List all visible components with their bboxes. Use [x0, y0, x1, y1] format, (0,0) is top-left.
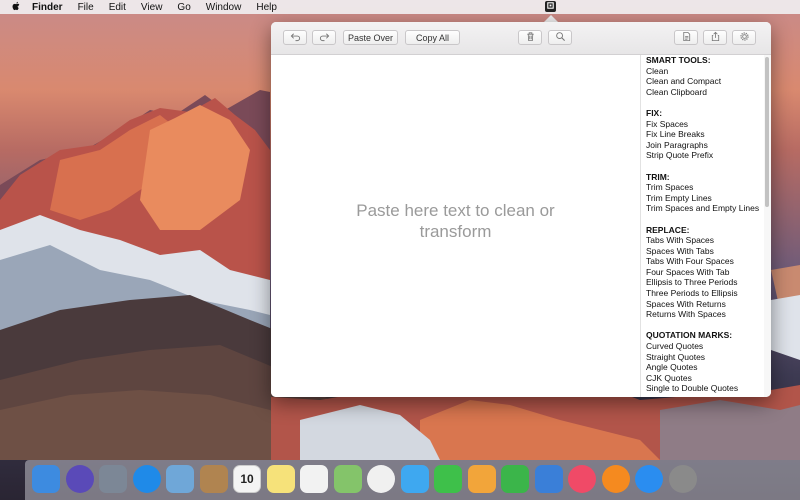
tool-item[interactable]: Ellipsis to Three Periods — [646, 277, 764, 288]
tool-item[interactable]: Spaces With Tabs — [646, 246, 764, 257]
notes-icon[interactable] — [266, 465, 295, 493]
editor-placeholder: Paste here text to clean or transform — [356, 201, 555, 241]
share-icon — [710, 31, 721, 44]
scrollbar-thumb[interactable] — [765, 57, 769, 207]
safari-icon[interactable] — [132, 465, 161, 493]
trash-icon — [525, 31, 536, 44]
tool-section: TRIM: Trim Spaces Trim Empty Lines Trim Spa… — [646, 172, 764, 214]
search-icon — [555, 31, 566, 44]
copy-all-button[interactable]: Copy All — [405, 30, 460, 45]
app-status-icon[interactable] — [545, 1, 556, 12]
tool-item[interactable]: Trim Empty Lines — [646, 193, 764, 204]
tools-list: SMART TOOLS: Clean Clean and Compact Clean … — [646, 55, 764, 397]
tool-section-heading: FIX: — [646, 107, 663, 118]
tools-scrollbar[interactable] — [764, 55, 771, 397]
share-button[interactable] — [703, 30, 727, 45]
document-icon — [681, 31, 692, 44]
tool-section: QUOTATION MARKS: Curved Quotes Straight Qu… — [646, 330, 764, 394]
facetime-icon[interactable] — [434, 465, 462, 493]
tool-item[interactable]: Spaces With Returns — [646, 299, 764, 310]
contacts-icon[interactable] — [199, 465, 228, 493]
reminders-icon[interactable] — [300, 465, 328, 493]
gear-icon — [739, 31, 750, 44]
tool-item[interactable]: Fix Line Breaks — [646, 129, 764, 140]
numbers-icon[interactable] — [501, 465, 529, 493]
search-button[interactable] — [548, 30, 572, 45]
launchpad-icon[interactable] — [99, 465, 127, 493]
settings-button[interactable] — [732, 30, 756, 45]
undo-button[interactable] — [283, 30, 307, 45]
keynote-icon[interactable] — [534, 465, 563, 493]
tool-item[interactable]: Curved Quotes — [646, 341, 764, 352]
tool-item[interactable]: Fix Spaces — [646, 119, 764, 130]
tool-section: REPLACE: Tabs With Spaces Spaces With Tabs… — [646, 225, 764, 320]
photos-icon[interactable] — [367, 465, 395, 493]
redo-icon — [319, 31, 330, 44]
tool-item[interactable]: Trim Spaces and Empty Lines — [646, 203, 764, 214]
tool-item[interactable]: Straight Quotes — [646, 352, 764, 363]
menu-window[interactable]: Window — [206, 2, 242, 13]
tool-item[interactable]: Four Spaces With Tab — [646, 267, 764, 278]
calendar-icon[interactable]: 10 — [233, 465, 261, 493]
music-icon[interactable] — [568, 465, 596, 493]
tool-item[interactable]: Tabs With Four Spaces — [646, 256, 764, 267]
tool-section: SMART TOOLS: Clean Clean and Compact Clean … — [646, 55, 764, 97]
tool-item[interactable]: Single to Double Quotes — [646, 383, 764, 394]
maps-icon[interactable] — [333, 465, 362, 493]
finder-icon[interactable] — [32, 465, 60, 493]
messages-icon[interactable] — [400, 465, 429, 493]
menu-edit[interactable]: Edit — [109, 2, 126, 13]
tool-section-heading: REPLACE: — [646, 224, 690, 235]
toolbar: Paste Over Copy All — [271, 22, 771, 55]
siri-icon[interactable] — [65, 465, 94, 493]
document-button[interactable] — [674, 30, 698, 45]
redo-button[interactable] — [312, 30, 336, 45]
tool-item[interactable]: Strip Quote Prefix — [646, 150, 764, 161]
tool-section-heading: SMART TOOLS: — [646, 55, 711, 65]
menu-finder[interactable]: Finder — [32, 2, 63, 13]
menu-help[interactable]: Help — [256, 2, 277, 13]
popover-caret — [544, 15, 558, 22]
undo-icon — [290, 31, 301, 44]
tool-item[interactable]: Clean Clipboard — [646, 87, 764, 98]
text-editor[interactable]: Paste here text to clean or transform — [271, 55, 641, 397]
tool-item[interactable]: Angle Quotes — [646, 362, 764, 373]
menu-file[interactable]: File — [78, 2, 94, 13]
text-cleaner-popover: Paste Over Copy All Paste here text to c… — [271, 22, 771, 397]
tool-section-heading: QUOTATION MARKS: — [646, 330, 733, 341]
tool-item[interactable]: Returns With Spaces — [646, 309, 764, 320]
pages-icon[interactable] — [467, 465, 496, 493]
tool-item[interactable]: Clean — [646, 66, 764, 77]
tool-item[interactable]: CJK Quotes — [646, 373, 764, 384]
menu-go[interactable]: Go — [177, 2, 190, 13]
tool-section-heading: TRIM: — [646, 171, 670, 182]
mail-icon[interactable] — [166, 465, 194, 493]
apple-icon[interactable] — [10, 1, 22, 14]
tool-item[interactable]: Join Paragraphs — [646, 140, 764, 151]
app-store-icon[interactable] — [635, 465, 663, 493]
tool-item[interactable]: Trim Spaces — [646, 182, 764, 193]
trash-button[interactable] — [518, 30, 542, 45]
tool-section: FIX: Fix Spaces Fix Line Breaks Join Paragr… — [646, 108, 764, 161]
tool-item[interactable]: Tabs With Spaces — [646, 235, 764, 246]
system-preferences-icon[interactable] — [668, 465, 697, 493]
tool-item[interactable]: Clean and Compact — [646, 76, 764, 87]
books-icon[interactable] — [601, 465, 630, 493]
menu-bar: Finder File Edit View Go Window Help — [0, 0, 800, 14]
menu-view[interactable]: View — [141, 2, 163, 13]
tool-item[interactable]: Three Periods to Ellipsis — [646, 288, 764, 299]
paste-over-button[interactable]: Paste Over — [343, 30, 398, 45]
